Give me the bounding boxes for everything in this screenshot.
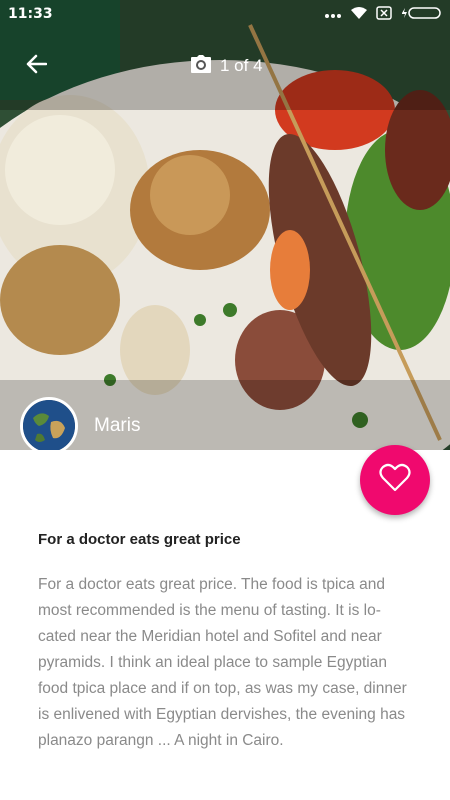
author-name[interactable]: Maris bbox=[94, 415, 140, 437]
status-bar: 11:33 bbox=[0, 0, 450, 30]
author-info[interactable]: Maris bbox=[20, 397, 140, 450]
photo-counter-text: 1 of 4 bbox=[220, 56, 263, 75]
globe-avatar-icon bbox=[23, 400, 75, 450]
hero-photo: 11:33 1 of 4 Maris bbox=[0, 0, 450, 450]
arrow-left-icon bbox=[25, 53, 48, 79]
review-body: For a doctor eats great price. The food … bbox=[38, 576, 407, 749]
favorite-button[interactable] bbox=[360, 445, 430, 515]
dots-icon bbox=[324, 7, 342, 23]
sim-icon bbox=[376, 6, 392, 24]
heart-outline-icon bbox=[379, 463, 411, 497]
wifi-icon bbox=[350, 6, 368, 24]
battery-icon bbox=[400, 6, 442, 24]
photo-counter: 1 of 4 bbox=[190, 54, 263, 78]
avatar[interactable] bbox=[20, 397, 78, 450]
back-button[interactable] bbox=[16, 46, 56, 86]
status-time: 11:33 bbox=[8, 6, 53, 22]
camera-icon bbox=[190, 54, 212, 79]
review-title: For a doctor eats great price bbox=[38, 531, 241, 548]
photo-toolbar: 1 of 4 bbox=[0, 38, 450, 94]
status-icons bbox=[324, 6, 442, 24]
